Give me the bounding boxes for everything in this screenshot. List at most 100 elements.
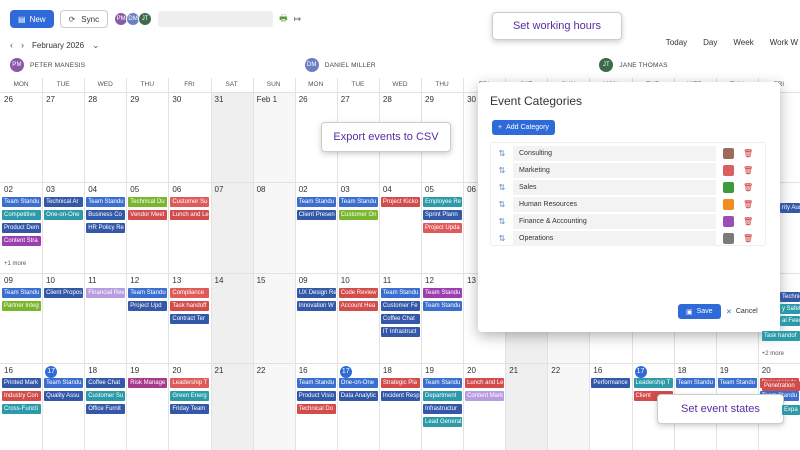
event[interactable]: Lunch and Le — [170, 210, 210, 220]
day-number[interactable]: 13 — [467, 276, 476, 285]
day-number[interactable]: 17 — [634, 366, 647, 378]
drag-handle-icon[interactable]: ⇅ — [491, 200, 513, 209]
day-number[interactable]: 06 — [172, 185, 181, 194]
day-number[interactable]: 10 — [341, 276, 350, 285]
day-number[interactable]: 21 — [215, 366, 224, 375]
prev-icon[interactable]: ‹ — [10, 40, 13, 50]
event[interactable]: Team Standu — [675, 378, 715, 388]
event[interactable]: Lead Generat — [423, 417, 463, 427]
event[interactable]: Quality Assu — [44, 391, 84, 401]
event[interactable]: Content Mark — [465, 391, 505, 401]
event[interactable]: Customer Su — [170, 197, 210, 207]
event[interactable]: Industry Con — [2, 391, 42, 401]
event[interactable]: Cross-Functi — [2, 404, 42, 414]
day-number[interactable]: 17 — [45, 366, 58, 378]
event[interactable]: Product Visio — [296, 391, 336, 401]
drag-handle-icon[interactable]: ⇅ — [491, 217, 513, 226]
trash-icon[interactable]: 🗑 — [743, 183, 753, 192]
trash-icon[interactable]: 🗑 — [743, 149, 753, 158]
drag-handle-icon[interactable]: ⇅ — [491, 166, 513, 175]
event[interactable]: One-on-One — [44, 210, 84, 220]
day-number[interactable]: 27 — [341, 95, 350, 104]
event[interactable]: Business Co — [86, 210, 126, 220]
event[interactable]: Expa — [782, 405, 800, 415]
trash-icon[interactable]: 🗑 — [743, 217, 753, 226]
event[interactable]: Leadership T — [170, 378, 210, 388]
day-number[interactable]: 04 — [383, 185, 392, 194]
event[interactable]: Risk Manage — [128, 378, 168, 388]
category-row[interactable]: ⇅ Human Resources 🗑 — [491, 196, 767, 213]
event[interactable]: Employee Re — [423, 197, 463, 207]
event[interactable]: Department — [423, 391, 463, 401]
view-option[interactable]: Week — [733, 38, 753, 52]
category-row[interactable]: ⇅ Marketing 🗑 — [491, 162, 767, 179]
event[interactable]: Team Standu — [44, 378, 84, 388]
event[interactable]: Innovation W — [296, 301, 336, 311]
day-number[interactable]: 19 — [720, 366, 729, 375]
category-row[interactable]: ⇅ Sales 🗑 — [491, 179, 767, 196]
event[interactable]: Technical Du — [128, 197, 168, 207]
color-swatch[interactable] — [723, 148, 734, 159]
event[interactable]: Team Standu — [338, 197, 378, 207]
event[interactable]: Technical — [780, 292, 800, 302]
event[interactable]: Customer Fe — [380, 301, 420, 311]
event[interactable]: Account Hea — [338, 301, 378, 311]
event[interactable]: Compliance — [170, 288, 210, 298]
event[interactable]: Office Furnit — [86, 404, 126, 414]
event[interactable]: Penetration — [762, 381, 800, 391]
day-number[interactable]: 27 — [46, 95, 55, 104]
event[interactable]: Contract Ter — [170, 314, 210, 324]
event[interactable]: Team Standu — [423, 301, 463, 311]
event[interactable]: One-on-One — [338, 378, 378, 388]
event[interactable]: Performance — [591, 378, 631, 388]
more-link[interactable]: +2 more — [762, 351, 784, 357]
event[interactable]: Green Energ — [170, 391, 210, 401]
event[interactable]: Partner Integ — [2, 301, 42, 311]
event[interactable]: Team Standu — [2, 197, 42, 207]
chevron-down-icon[interactable]: ⌄ — [92, 40, 100, 51]
event[interactable]: Project Upda — [423, 223, 463, 233]
print-icon[interactable]: 🖶 — [279, 11, 288, 27]
event[interactable]: Team Standu — [380, 288, 420, 298]
category-name[interactable]: Sales — [513, 180, 716, 195]
color-swatch[interactable] — [723, 233, 734, 244]
event[interactable]: Incident Resp — [380, 391, 420, 401]
event[interactable]: Vendor Meet — [128, 210, 168, 220]
day-number[interactable]: 30 — [172, 95, 181, 104]
event[interactable]: Competitive — [2, 210, 42, 220]
event[interactable]: y Safet — [780, 304, 800, 314]
event[interactable]: rity Aud — [780, 203, 800, 213]
event[interactable]: Content Stra — [2, 236, 42, 246]
day-number[interactable]: 20 — [762, 366, 771, 375]
category-name[interactable]: Consulting — [513, 146, 716, 161]
event[interactable]: Sprint Plann — [423, 210, 463, 220]
event[interactable]: Team Standu — [296, 197, 336, 207]
day-number[interactable]: 02 — [299, 185, 308, 194]
day-number[interactable]: 22 — [257, 366, 266, 375]
category-name[interactable]: Marketing — [513, 163, 716, 178]
day-number[interactable]: 04 — [88, 185, 97, 194]
event[interactable]: Team Standu — [717, 378, 757, 388]
day-number[interactable]: 28 — [88, 95, 97, 104]
event[interactable]: Customer Su — [86, 391, 126, 401]
sync-button[interactable]: ⟳ Sync — [59, 10, 109, 28]
day-number[interactable]: 09 — [4, 276, 13, 285]
event[interactable]: Technical Ar — [44, 197, 84, 207]
event[interactable]: HR Policy Re — [86, 223, 126, 233]
day-number[interactable]: 07 — [215, 185, 224, 194]
event[interactable]: Friday Team — [170, 404, 210, 414]
event[interactable]: Technical Do — [296, 404, 336, 414]
event[interactable]: Client Presen — [296, 210, 336, 220]
event[interactable]: Leadership T — [633, 378, 673, 388]
event[interactable]: Team Standu — [423, 378, 463, 388]
avatar-group[interactable]: PM DM JT — [114, 12, 153, 26]
day-number[interactable]: 05 — [130, 185, 139, 194]
drag-handle-icon[interactable]: ⇅ — [491, 183, 513, 192]
trash-icon[interactable]: 🗑 — [743, 166, 753, 175]
next-icon[interactable]: › — [21, 40, 24, 50]
category-name[interactable]: Finance & Accounting — [513, 214, 716, 229]
event[interactable]: Team Standu — [423, 288, 463, 298]
event[interactable]: Financial Rev — [86, 288, 126, 298]
event[interactable]: IT Infrastruct — [380, 327, 420, 337]
category-name[interactable]: Operations — [513, 231, 716, 246]
